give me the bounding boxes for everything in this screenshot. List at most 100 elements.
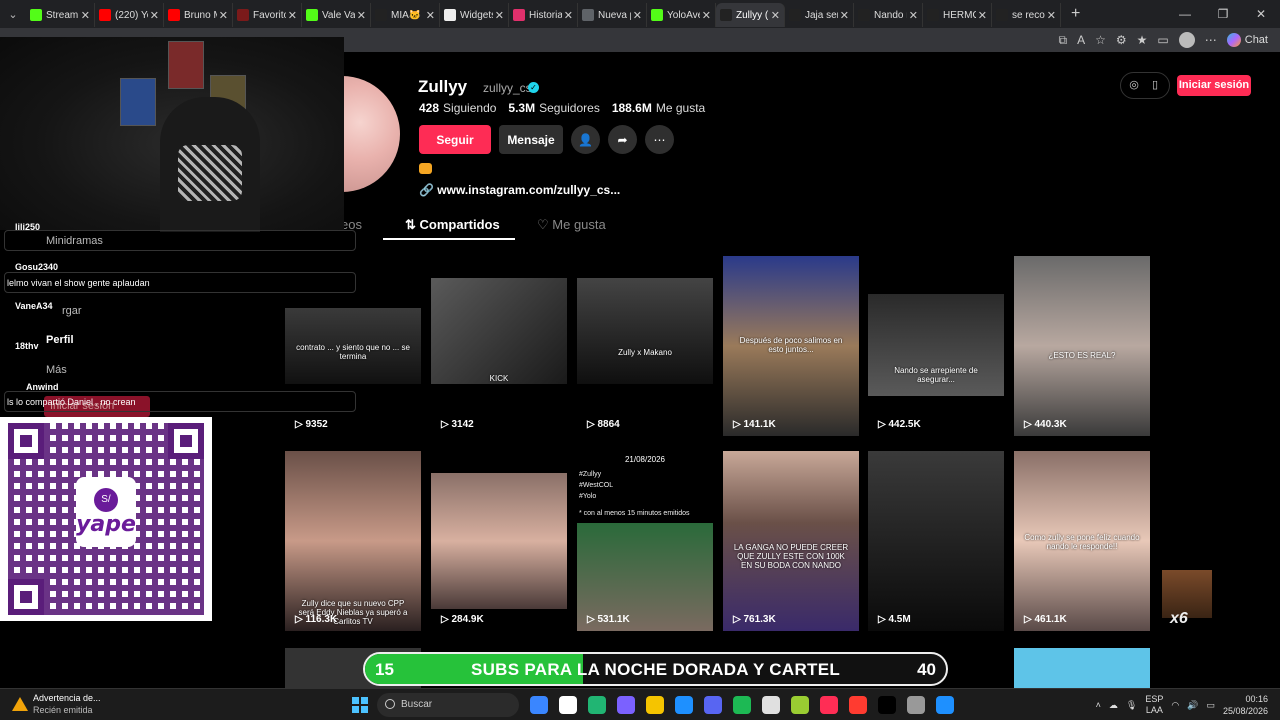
minimize-icon[interactable]: — [1166,0,1204,28]
more-menu-icon[interactable]: ⋯ [1205,33,1217,47]
tiktok-icon[interactable] [878,696,896,714]
tab-close-icon[interactable]: ✕ [426,9,435,22]
bio-link[interactable]: 🔗 www.instagram.com/zullyy_cs... [419,183,620,197]
video-card[interactable]: Zully dice que su nuevo CPP será Eddy Ni… [285,451,421,631]
browser-tab[interactable]: HERMOS/✕ [923,3,992,27]
spotify-icon[interactable] [733,696,751,714]
video-card[interactable]: Nando se arrepiente de asegurar... ▷ 442.… [868,256,1004,436]
browser-tab[interactable]: MIA🐱 (@✕ [371,3,440,27]
microphone-icon[interactable]: 🎙 [1126,700,1137,711]
tab-close-icon[interactable]: ✕ [219,9,228,22]
clock[interactable]: 00:16 25/08/2026 [1223,693,1268,717]
notification-title[interactable]: Advertencia de... [33,693,101,703]
app-icon[interactable] [762,696,780,714]
play-icon: ▷ [1024,614,1035,625]
clock-date: 25/08/2026 [1222,706,1268,716]
tab-close-icon[interactable]: ✕ [840,9,849,22]
browser-tab[interactable]: Jaja senti✕ [785,3,854,27]
favorites-icon[interactable]: ★ [1137,33,1148,47]
browser-tab[interactable]: Vale Valra✕ [302,3,371,27]
more-options-icon[interactable]: ⋯ [645,125,674,154]
discord-icon[interactable] [704,696,722,714]
tab-close-icon[interactable]: ✕ [564,9,573,22]
tab-liked[interactable]: ♡ Me gusta [537,217,606,233]
device-icon[interactable]: ▯ [1147,77,1163,93]
browser-tab[interactable]: se recono✕ [992,3,1061,27]
browser-tab[interactable]: Stream - K✕ [26,3,95,27]
followers-stat[interactable]: 5.3M Seguidores [508,101,599,115]
video-card[interactable]: KICK ▷ 3142 [431,256,567,436]
tray-chevron-icon[interactable]: ˄ [1096,700,1101,710]
add-friend-icon[interactable]: 👤 [571,125,600,154]
video-card[interactable]: Zully x Makano ▷ 8864 [577,256,713,436]
tab-close-icon[interactable]: ✕ [771,9,780,22]
tab-close-icon[interactable]: ✕ [909,9,918,22]
favorite-star-icon[interactable]: ☆ [1095,33,1106,47]
copilot-icon[interactable] [617,696,635,714]
app-icon[interactable] [849,696,867,714]
notes-icon[interactable] [588,696,606,714]
wifi-icon[interactable]: ◠ [1171,700,1179,711]
follow-button[interactable]: Seguir [419,125,491,154]
browser-tab[interactable]: (220) You✕ [95,3,164,27]
browser-tab[interactable]: Nando no✕ [854,3,923,27]
following-stat[interactable]: 428 Siguiendo [419,101,496,115]
battery-icon[interactable]: ▭ [1206,700,1215,711]
video-card[interactable]: ▷ 4.5M [868,451,1004,631]
tab-close-icon[interactable]: ✕ [81,9,90,22]
browser-tab[interactable]: Bruno Ma✕ [164,3,233,27]
settings-icon[interactable] [907,696,925,714]
video-thumbnail [431,473,567,609]
browser-tab[interactable]: Zullyy (@✕ [716,3,785,27]
open-in-app-icon[interactable]: ⧉ [1059,33,1068,48]
video-card[interactable]: LA GANGA NO PUEDE CREER QUE ZULLY ESTE C… [723,451,859,631]
translate-icon[interactable]: A [1077,33,1085,47]
volume-icon[interactable]: 🔊 [1187,700,1198,711]
tab-reposts[interactable]: ⇅ Compartidos [405,217,500,233]
browser-profile-avatar[interactable] [1178,32,1195,48]
login-button[interactable]: Iniciar sesión [1177,75,1251,96]
wallet-icon[interactable]: ▭ [1157,33,1168,47]
tab-close-icon[interactable]: ✕ [357,9,366,22]
taskbar-search[interactable]: Buscar [377,693,519,717]
tab-close-icon[interactable]: ✕ [1047,9,1056,22]
tab-close-icon[interactable]: ✕ [978,9,987,22]
video-card[interactable]: 21/08/2026 ▷ 531.1K #Zullyy #WestCOL #Yolo * … [577,451,713,631]
new-tab-icon[interactable]: + [1071,5,1080,23]
language-indicator[interactable]: ESP LAA [1145,694,1163,716]
tab-close-icon[interactable]: ✕ [633,9,642,22]
extensions-icon[interactable]: ⚙ [1116,33,1127,47]
files-icon[interactable] [530,696,548,714]
tab-label: YoloAvent [667,9,700,21]
maximize-icon[interactable]: ❐ [1204,0,1242,28]
widgets-icon[interactable] [559,696,577,714]
likes-label: Me gusta [655,101,706,115]
close-window-icon[interactable]: ✕ [1242,0,1280,28]
tab-close-icon[interactable]: ✕ [150,9,159,22]
tab-close-icon[interactable]: ✕ [288,9,297,22]
tab-search-menu-icon[interactable]: ⌄ [0,0,26,28]
tab-close-icon[interactable]: ✕ [702,9,711,22]
share-icon[interactable]: ➦ [608,125,637,154]
start-icon[interactable] [352,697,368,713]
coin-icon[interactable]: ◎ [1126,77,1142,93]
edge-icon[interactable] [675,696,693,714]
tab-close-icon[interactable]: ✕ [495,9,504,22]
browser-tab[interactable]: Historias -✕ [509,3,578,27]
video-card[interactable]: Como zully se pone feliz cuando nando le… [1014,451,1150,631]
onedrive-icon[interactable]: ☁ [1109,700,1118,711]
video-card[interactable]: ▷ 284.9K [431,451,567,631]
message-button[interactable]: Mensaje [499,125,563,154]
video-card[interactable]: ¿ESTO ES REAL? ▷ 440.3K [1014,256,1150,436]
video-card[interactable] [1014,648,1150,688]
copilot-chat-button[interactable]: Chat [1226,33,1268,47]
explorer-icon[interactable] [646,696,664,714]
app-icon[interactable] [820,696,838,714]
browser-tab[interactable]: YoloAvent✕ [647,3,716,27]
video-card[interactable]: Después de poco salimos en esto juntos..… [723,256,859,436]
browser-tab[interactable]: Nueva pe✕ [578,3,647,27]
browser-tab[interactable]: Favoritos✕ [233,3,302,27]
app-icon[interactable] [936,696,954,714]
xbox-icon[interactable] [791,696,809,714]
browser-tab[interactable]: Widgets ✕ [440,3,509,27]
